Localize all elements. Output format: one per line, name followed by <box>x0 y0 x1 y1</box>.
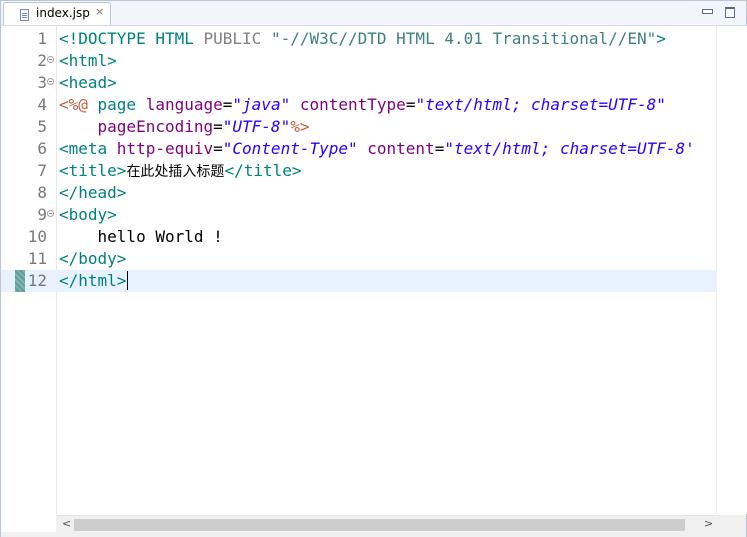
tab-index-jsp[interactable]: index.jsp × <box>3 2 111 25</box>
editor-bottom-border <box>1 532 746 537</box>
tab-label: index.jsp <box>36 6 90 20</box>
line-number: 9 <box>37 205 47 224</box>
overview-ruler[interactable] <box>716 26 747 514</box>
code-token: <body> <box>59 205 117 224</box>
code-line[interactable]: 12 </html> <box>1 270 716 292</box>
code-text-area[interactable]: 1 <!DOCTYPE HTML PUBLIC "-//W3C//DTD HTML… <box>1 28 716 514</box>
text-caret <box>127 271 129 290</box>
fold-toggle-icon[interactable] <box>47 78 54 85</box>
code-content: <html> <box>59 50 117 72</box>
code-content: <!DOCTYPE HTML PUBLIC "-//W3C//DTD HTML … <box>59 28 666 50</box>
code-token: = <box>213 117 223 136</box>
code-line[interactable]: 11 </body> <box>1 248 716 270</box>
code-token: <title> <box>59 161 127 180</box>
code-token: page <box>97 95 146 114</box>
line-number: 4 <box>37 95 47 114</box>
code-token: %> <box>290 117 310 136</box>
code-token: 在此处插入标题 <box>126 164 225 180</box>
code-token: </body> <box>59 249 127 268</box>
code-token: <!DOCTYPE <box>59 29 156 48</box>
code-line[interactable]: 6 <meta http-equiv="Content-Type" content… <box>1 138 716 160</box>
line-number: 3 <box>37 73 47 92</box>
code-token: <html> <box>59 51 117 70</box>
code-token: contentType <box>299 95 406 114</box>
line-number: 5 <box>37 117 47 136</box>
code-token: http-equiv <box>116 139 214 158</box>
line-number: 11 <box>27 249 47 268</box>
line-number: 7 <box>37 161 47 180</box>
code-content: <meta http-equiv="Content-Type" content=… <box>59 138 695 160</box>
code-token: > <box>656 29 666 48</box>
code-token: "-//W3C//DTD HTML 4.01 Transitional//EN" <box>270 29 657 48</box>
minimize-icon[interactable] <box>701 6 713 18</box>
code-content: <title>在此处插入标题</title> <box>59 160 302 183</box>
editor-tab-bar: index.jsp × <box>1 1 746 26</box>
line-number: 6 <box>37 139 47 158</box>
code-content: <head> <box>59 72 117 94</box>
code-token: </html> <box>59 271 127 290</box>
line-number: 2 <box>37 51 47 70</box>
code-content: </html> <box>59 270 129 292</box>
line-number: 10 <box>27 227 47 246</box>
code-token: <%@ <box>59 95 98 114</box>
scrollbar-corner <box>716 515 746 532</box>
code-token: content <box>367 139 435 158</box>
code-content: </body> <box>59 248 126 270</box>
code-line[interactable]: 9 <body> <box>1 204 716 226</box>
editor-pane: index.jsp × 1 <!DOCTYPE HTML PUBLIC "-//W… <box>0 0 747 537</box>
code-line[interactable]: 5 pageEncoding="UTF-8"%> <box>1 116 716 138</box>
code-line[interactable]: 4 <%@ page language="java" contentType="t… <box>1 94 716 116</box>
scroll-right-arrow-icon[interactable]: > <box>704 517 713 530</box>
code-line[interactable]: 7 <title>在此处插入标题</title> <box>1 160 716 182</box>
code-token: <meta <box>59 139 117 158</box>
code-token: HTML <box>155 29 204 48</box>
scroll-left-arrow-icon[interactable]: < <box>62 517 71 530</box>
code-content: pageEncoding="UTF-8"%> <box>59 116 310 138</box>
code-token: </head> <box>59 183 127 202</box>
code-token: </title> <box>224 161 302 180</box>
code-line[interactable]: 1 <!DOCTYPE HTML PUBLIC "-//W3C//DTD HTML… <box>1 28 716 50</box>
code-line[interactable]: 8 </head> <box>1 182 716 204</box>
code-content: hello World ! <box>59 226 223 248</box>
scrollbar-thumb[interactable] <box>74 519 685 531</box>
code-line[interactable]: 2 <html> <box>1 50 716 72</box>
code-token: hello World ! <box>59 227 223 246</box>
code-line[interactable]: 3 <head> <box>1 72 716 94</box>
code-token: = <box>434 139 445 158</box>
close-icon[interactable]: × <box>95 5 104 18</box>
code-token: <head> <box>59 73 117 92</box>
fold-toggle-icon[interactable] <box>47 210 54 217</box>
line-number: 8 <box>37 183 47 202</box>
code-token: pageEncoding <box>97 117 214 136</box>
fold-toggle-icon[interactable] <box>47 56 54 63</box>
code-token: "text/html; charset=UTF-8' <box>444 139 695 158</box>
line-number: 1 <box>37 29 47 48</box>
code-token: "java" <box>232 95 291 114</box>
maximize-icon[interactable] <box>724 6 736 18</box>
code-content: </head> <box>59 182 126 204</box>
code-content: <body> <box>59 204 117 226</box>
line-number: 12 <box>27 271 47 290</box>
code-token: = <box>213 139 223 158</box>
code-token: "UTF-8" <box>222 117 291 136</box>
code-line[interactable]: 10 hello World ! <box>1 226 716 248</box>
jsp-file-icon <box>20 9 29 21</box>
code-token: language <box>145 95 223 114</box>
code-token: PUBLIC <box>203 29 271 48</box>
horizontal-scrollbar[interactable]: < > <box>56 515 716 533</box>
code-token: "text/html; charset=UTF-8" <box>415 95 666 114</box>
code-token: = <box>405 95 416 114</box>
code-token: "Content-Type" <box>222 139 358 158</box>
code-content: <%@ page language="java" contentType="te… <box>59 94 666 116</box>
code-token: = <box>222 95 233 114</box>
